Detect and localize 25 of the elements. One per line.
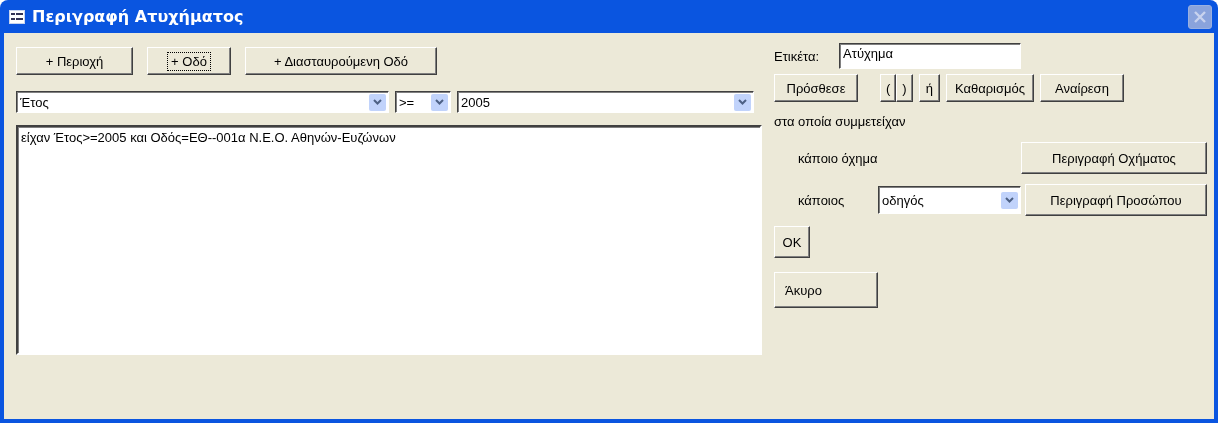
value-combo[interactable]: 2005 bbox=[457, 91, 754, 113]
action-button[interactable]: ή bbox=[918, 74, 940, 102]
add-button[interactable]: + Οδό bbox=[147, 47, 231, 75]
bracket-button[interactable]: ( bbox=[880, 74, 897, 102]
person-combo[interactable]: οδηγός bbox=[878, 186, 1021, 214]
action-button[interactable]: Αναίρεση bbox=[1040, 74, 1124, 102]
action-button[interactable]: Καθαρισμός bbox=[945, 74, 1034, 102]
person-description-button[interactable]: Περιγραφή Προσώπου bbox=[1025, 184, 1207, 216]
label-field[interactable]: Ατύχημα bbox=[839, 43, 1022, 69]
action-button[interactable]: Πρόσθεσε bbox=[774, 74, 858, 102]
person-label: κάποιος bbox=[798, 192, 846, 208]
label-caption: Ετικέτα: bbox=[774, 48, 820, 64]
cancel-button[interactable]: Άκυρο bbox=[774, 272, 878, 308]
field-combo[interactable]: Έτος bbox=[16, 91, 389, 113]
add-button[interactable]: + Περιοχή bbox=[16, 47, 133, 75]
vehicle-label: κάποιο όχημα bbox=[798, 150, 878, 166]
window-title: Περιγραφή Ατυχήματος bbox=[32, 7, 245, 26]
ok-button[interactable]: OK bbox=[774, 226, 810, 258]
form-icon bbox=[9, 9, 25, 24]
participants-label: στα οποία συμμετείχαν bbox=[774, 114, 907, 129]
operator-combo[interactable]: >= bbox=[395, 91, 451, 113]
bracket-button[interactable]: ) bbox=[896, 74, 913, 102]
criteria-text-area[interactable]: είχαν Έτος>=2005 και Οδός=ΕΘ--001α Ν.Ε.Ο. Αθηνών-Ευζώνων bbox=[16, 125, 762, 355]
add-button[interactable]: + Διασταυρούμενη Οδό bbox=[245, 47, 437, 75]
vehicle-description-button[interactable]: Περιγραφή Οχήματος bbox=[1021, 142, 1207, 174]
